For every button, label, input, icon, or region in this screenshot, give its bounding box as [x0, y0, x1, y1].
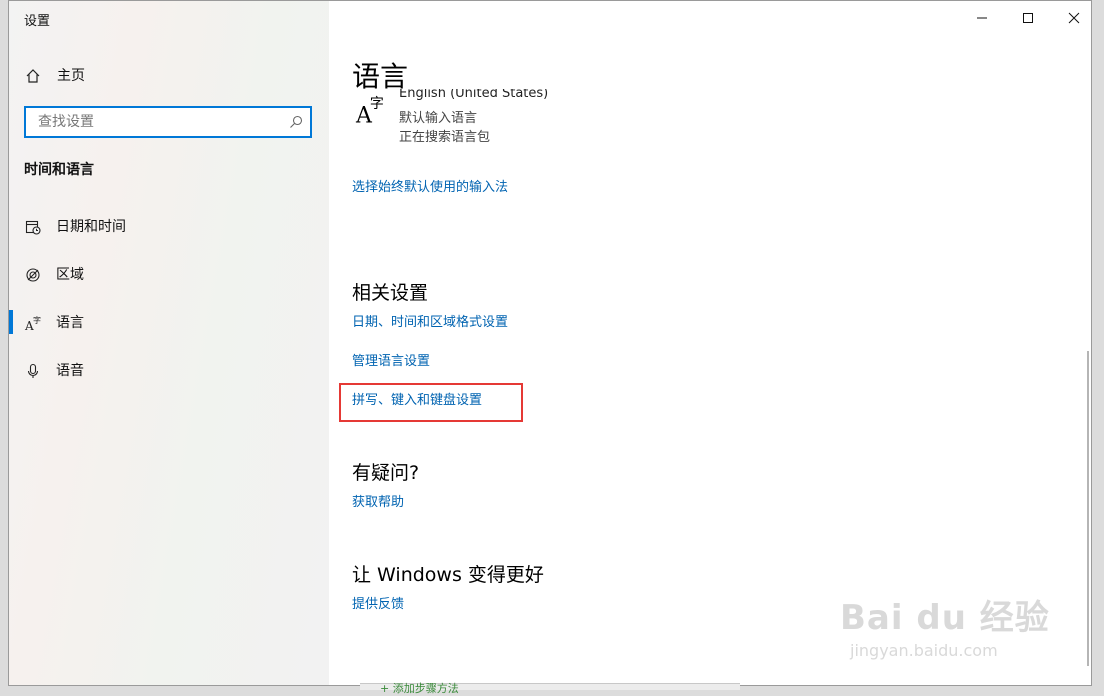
maximize-button[interactable] [1005, 1, 1051, 35]
add-step-text: + 添加步骤方法 [380, 682, 459, 695]
calendar-clock-icon [24, 218, 42, 236]
close-icon [1068, 9, 1080, 28]
date-time-region-format-link[interactable]: 日期、时间和区域格式设置 [352, 311, 508, 330]
manage-language-settings-link[interactable]: 管理语言设置 [352, 350, 430, 369]
get-help-link[interactable]: 获取帮助 [352, 491, 404, 510]
minimize-icon [976, 9, 988, 28]
sidebar-item-date-time[interactable]: 日期和时间 [9, 206, 329, 246]
sidebar-item-label: 语言 [56, 315, 84, 331]
maximize-icon [1022, 9, 1034, 28]
sidebar-item-region[interactable]: 区域 [9, 254, 329, 294]
improve-windows-heading: 让 Windows 变得更好 [352, 564, 544, 586]
watermark-url: jingyan.baidu.com [850, 641, 998, 660]
home-icon [24, 67, 42, 85]
scrollbar[interactable] [1087, 351, 1089, 666]
watermark: Bai du 经验 jingyan.baidu.com [840, 590, 1050, 660]
globe-icon [24, 266, 42, 284]
language-name: English (United States) [399, 89, 549, 101]
language-status-pack: 正在搜索语言包 [399, 130, 491, 145]
sidebar-item-language[interactable]: A字 语言 [9, 302, 329, 342]
settings-window: 设置 主页 时间和语言 日期和时间 区域 [8, 0, 1092, 686]
sidebar: 设置 主页 时间和语言 日期和时间 区域 [9, 1, 329, 685]
language-icon: A字 [356, 96, 384, 129]
microphone-icon [24, 362, 42, 380]
highlight-box [339, 383, 523, 422]
minimize-button[interactable] [959, 1, 1005, 35]
sidebar-item-label: 语音 [56, 363, 84, 379]
language-list-item[interactable]: A字 English (United States) 默认输入语言 正在搜索语言… [352, 89, 752, 149]
language-status-default: 默认输入语言 [399, 111, 478, 126]
sidebar-item-label: 区域 [56, 267, 84, 283]
search-input[interactable] [36, 108, 280, 136]
close-button[interactable] [1051, 1, 1091, 35]
language-icon: A字 [24, 314, 42, 332]
input-method-link[interactable]: 选择始终默认使用的输入法 [352, 176, 508, 195]
search-icon[interactable] [288, 114, 304, 130]
search-box[interactable] [24, 106, 312, 138]
sidebar-item-label: 主页 [57, 68, 85, 84]
give-feedback-link[interactable]: 提供反馈 [352, 593, 404, 612]
questions-heading: 有疑问? [352, 462, 420, 484]
svg-text:字: 字 [33, 315, 41, 325]
watermark-brand: Bai du 经验 [840, 598, 1050, 638]
main-content: 语言 A字 English (United States) 默认输入语言 正在搜… [329, 1, 1091, 685]
sidebar-item-label: 日期和时间 [56, 219, 126, 235]
app-title: 设置 [24, 14, 51, 29]
section-title: 时间和语言 [24, 162, 94, 178]
related-settings-heading: 相关设置 [352, 282, 429, 304]
sidebar-item-speech[interactable]: 语音 [9, 350, 329, 390]
sidebar-item-home[interactable]: 主页 [9, 55, 329, 95]
